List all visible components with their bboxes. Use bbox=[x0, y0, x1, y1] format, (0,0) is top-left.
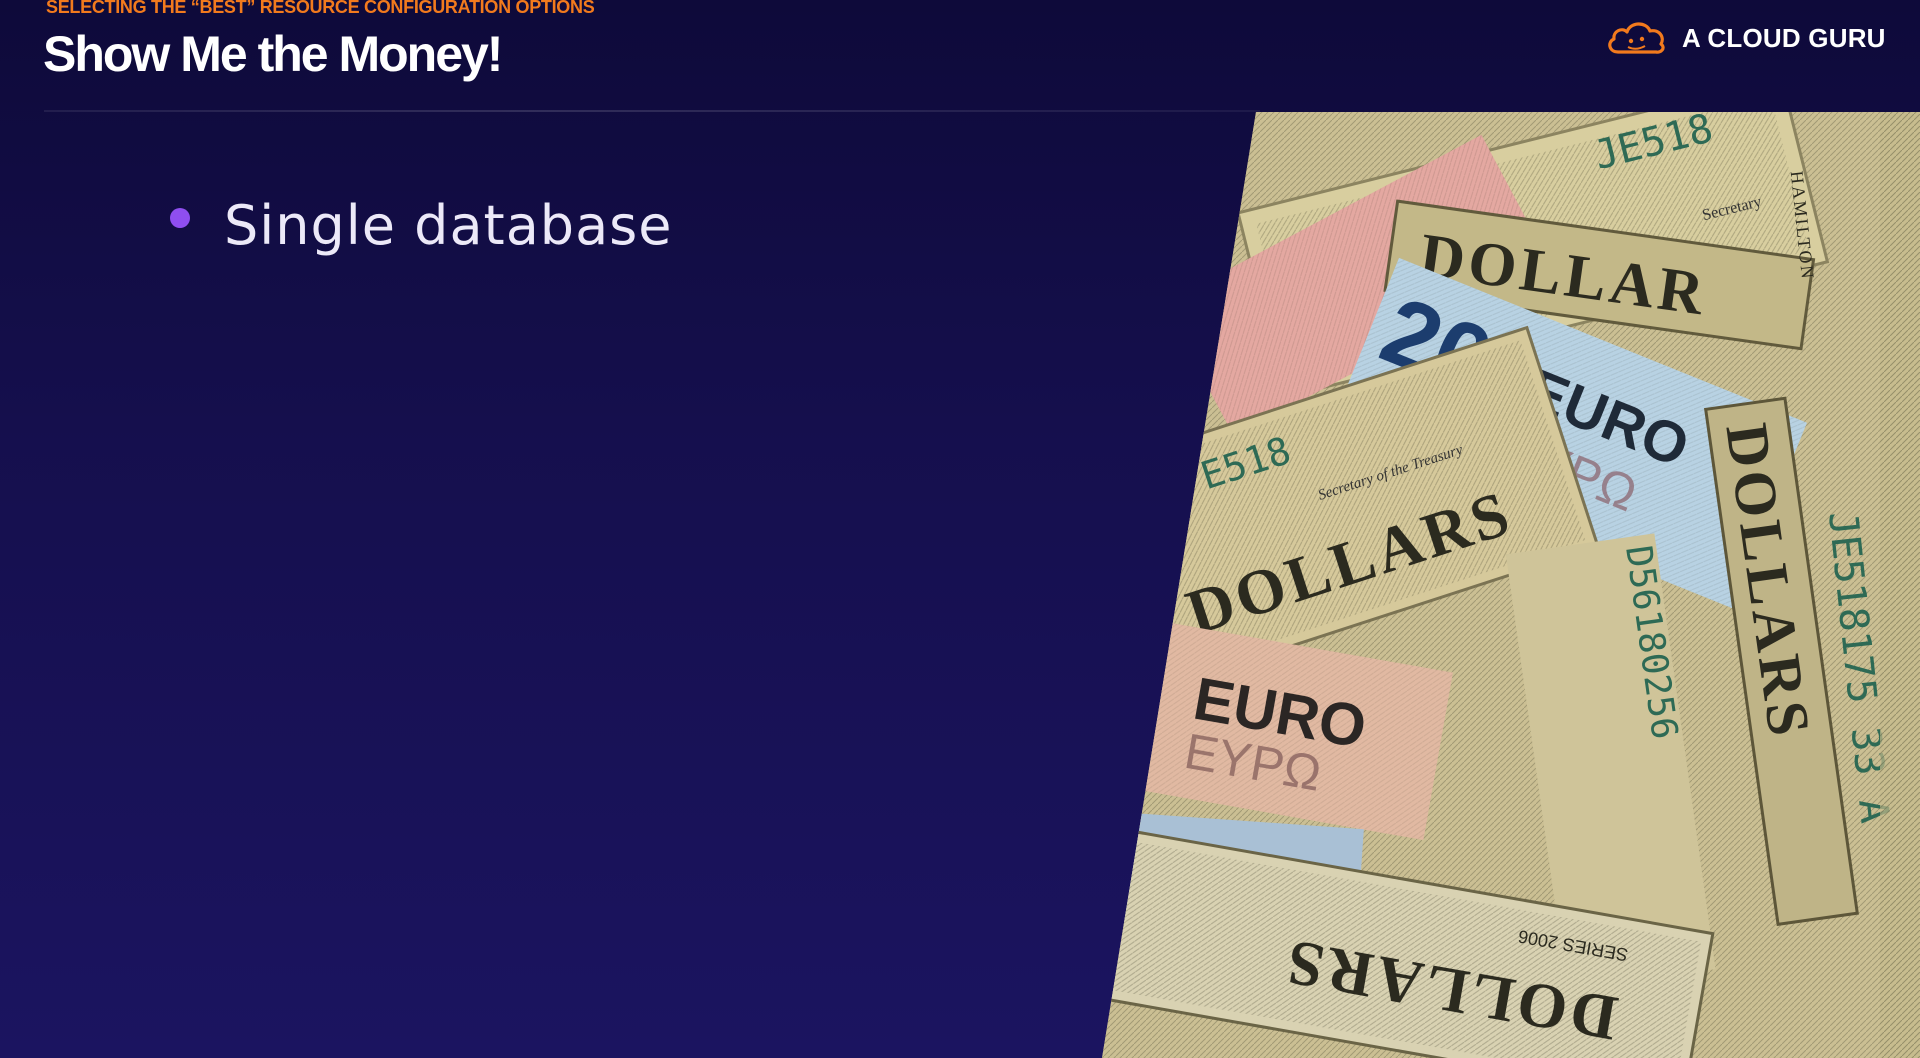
cloud-icon bbox=[1608, 22, 1665, 54]
bullet-text: Single database bbox=[224, 193, 673, 257]
section-label: SELECTING THE “BEST” RESOURCE CONFIGURAT… bbox=[46, 0, 595, 17]
bullet-item: Single database bbox=[170, 190, 673, 260]
brand-logo: A CLOUD GURU bbox=[1604, 16, 1886, 60]
banknotes-photo: JE518 Secretary DOLLAR 20 EURO ΕΥΡΩ bbox=[1102, 112, 1920, 1058]
title-divider bbox=[44, 110, 1260, 112]
brand-name: A CLOUD GURU bbox=[1682, 22, 1886, 53]
bullet-dot bbox=[170, 208, 190, 228]
bullet-list: Single database bbox=[170, 190, 673, 260]
banknotes-illustration: JE518 Secretary DOLLAR 20 EURO ΕΥΡΩ bbox=[1102, 112, 1920, 1058]
slide: SELECTING THE “BEST” RESOURCE CONFIGURAT… bbox=[0, 0, 1920, 1058]
slide-title: Show Me the Money! bbox=[43, 26, 503, 82]
